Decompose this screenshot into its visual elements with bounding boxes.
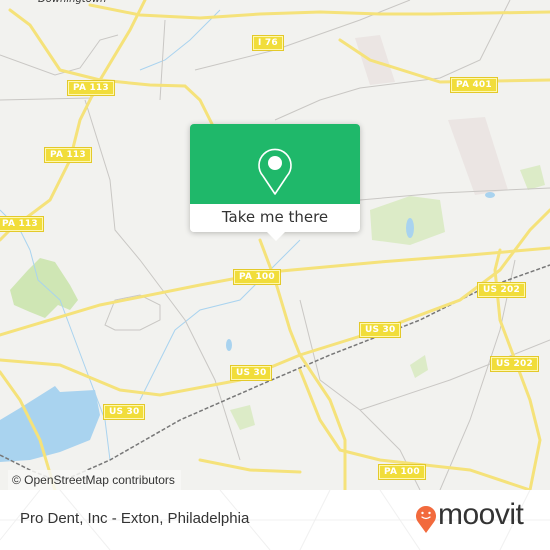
park-area	[410, 355, 428, 378]
park-area	[10, 258, 78, 318]
road-shield-pa113: PA 113	[44, 147, 92, 163]
road-shield-i76: I 76	[252, 35, 284, 51]
map-attribution[interactable]: © OpenStreetMap contributors	[8, 470, 181, 490]
road-shield-pa401: PA 401	[450, 77, 498, 93]
road-shield-pa113: PA 113	[67, 80, 115, 96]
moovit-wordmark: moovit	[438, 498, 524, 531]
map[interactable]: Downingtown PA 113 PA 113 PA 113 I 76 PA…	[0, 0, 550, 490]
road-shield-pa113: PA 113	[0, 216, 44, 232]
take-me-there-popup[interactable]: Take me there	[190, 124, 360, 241]
road-shield-us202: US 202	[490, 356, 539, 372]
road-shield-us30: US 30	[102, 404, 146, 420]
popup-pointer	[267, 232, 285, 241]
pond	[485, 192, 495, 198]
road-shield-pa100: PA 100	[378, 464, 426, 480]
pond	[406, 218, 414, 238]
stream	[139, 239, 301, 401]
map-tiles	[0, 0, 550, 490]
park-area	[520, 165, 545, 190]
road-shield-us30: US 30	[358, 322, 402, 338]
industrial-area	[448, 117, 508, 195]
road-shield-us30: US 30	[229, 365, 273, 381]
location-title: Pro Dent, Inc - Exton, Philadelphia	[20, 510, 250, 527]
road-shield-pa100: PA 100	[233, 269, 281, 285]
take-me-there-button[interactable]: Take me there	[190, 204, 360, 232]
place-label-downingtown: Downingtown	[38, 0, 106, 5]
lake	[0, 386, 100, 462]
park-area	[230, 405, 255, 430]
popup-header[interactable]	[190, 124, 360, 204]
stream	[139, 9, 221, 71]
moovit-pin-icon	[416, 506, 436, 533]
pond	[226, 339, 232, 351]
map-pin-icon	[258, 148, 292, 195]
road-shield-us202: US 202	[477, 282, 526, 298]
